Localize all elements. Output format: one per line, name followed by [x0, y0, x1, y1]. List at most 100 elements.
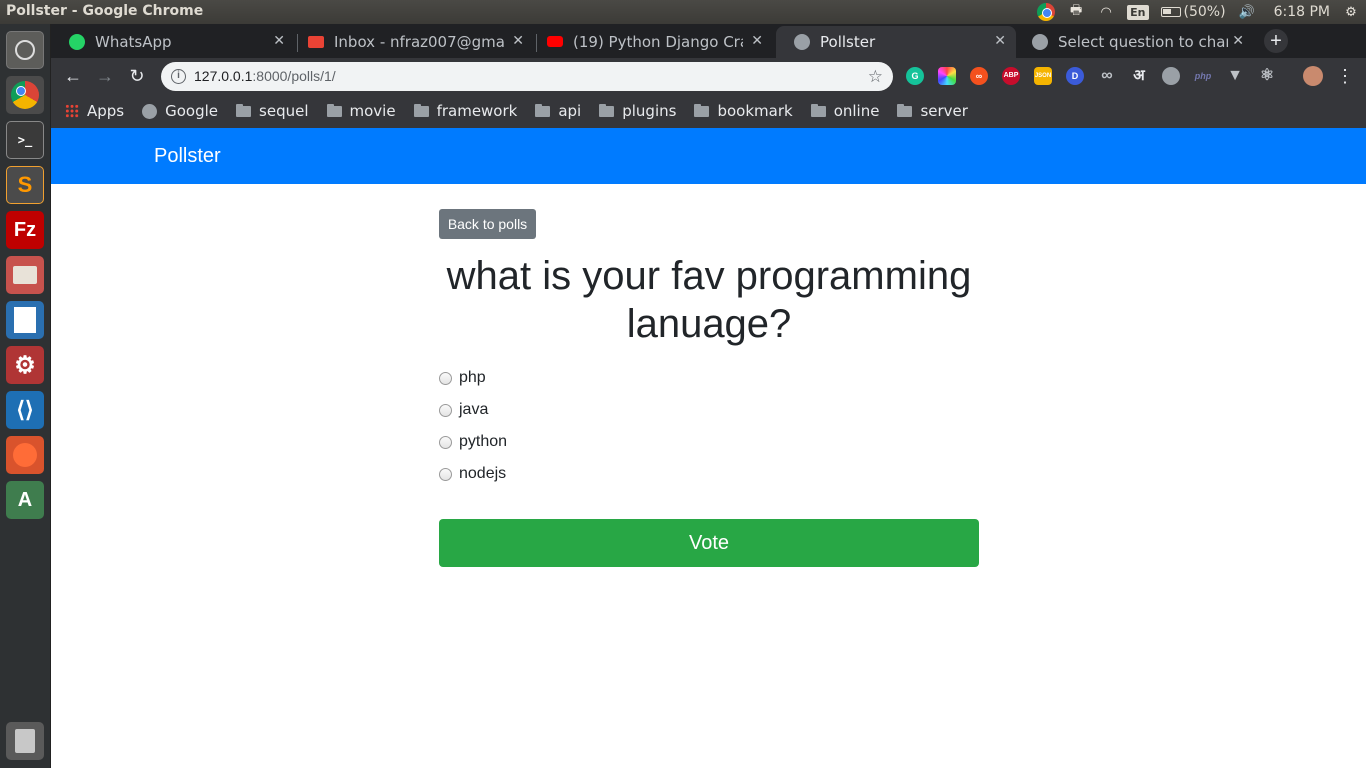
- apps-grid-icon: [65, 104, 79, 118]
- url-path: :8000/polls/1/: [252, 68, 336, 84]
- volume-icon[interactable]: 🔊: [1238, 3, 1256, 21]
- folder-icon: [535, 103, 551, 117]
- browser-toolbar: ← → ↻ i 127.0.0.1:8000/polls/1/ ☆ G ∞ AB…: [51, 58, 1366, 94]
- radio-python[interactable]: [439, 435, 452, 449]
- postman-icon[interactable]: [6, 436, 44, 474]
- php-ext-icon[interactable]: php: [1194, 67, 1212, 85]
- close-icon[interactable]: ✕: [1232, 33, 1244, 49]
- react-devtools-icon[interactable]: ⚛: [1258, 67, 1276, 85]
- gmail-icon: [308, 36, 324, 48]
- battery-indicator[interactable]: (50%): [1160, 4, 1226, 20]
- hindi-input-icon[interactable]: अ: [1130, 67, 1148, 85]
- files-icon[interactable]: [6, 256, 44, 294]
- writer-icon[interactable]: [6, 301, 44, 339]
- globe-icon: [142, 103, 158, 119]
- bookmarks-bar: Apps Google sequel movie framework api p…: [51, 94, 1366, 128]
- adblock-plus-icon[interactable]: ABP: [1002, 67, 1020, 85]
- choice-php[interactable]: php: [439, 368, 486, 388]
- folder-icon: [694, 103, 710, 117]
- dashlane-icon[interactable]: D: [1066, 67, 1084, 85]
- keyboard-layout-indicator[interactable]: En: [1127, 4, 1149, 20]
- bookmark-google[interactable]: Google: [142, 102, 218, 120]
- bookmark-folder-api[interactable]: api: [535, 102, 581, 120]
- ubuntu-dash-icon[interactable]: [6, 31, 44, 69]
- back-arrow-icon[interactable]: ←: [61, 64, 85, 88]
- back-to-polls-button[interactable]: Back to polls: [439, 209, 536, 239]
- bookmark-folder-online[interactable]: online: [810, 102, 879, 120]
- reload-icon[interactable]: ↻: [125, 64, 149, 88]
- address-bar[interactable]: i 127.0.0.1:8000/polls/1/ ☆: [161, 62, 893, 91]
- profile-avatar[interactable]: [1303, 66, 1323, 86]
- close-icon[interactable]: ✕: [751, 33, 763, 49]
- close-icon[interactable]: ✕: [994, 33, 1006, 49]
- radio-php[interactable]: [439, 371, 452, 385]
- folder-icon: [897, 103, 913, 117]
- vote-button[interactable]: Vote: [439, 519, 979, 567]
- sublime-text-icon[interactable]: S: [6, 166, 44, 204]
- wifi-icon[interactable]: ◠: [1097, 3, 1115, 21]
- choice-python[interactable]: python: [439, 432, 507, 452]
- bookmark-folder-bookmark[interactable]: bookmark: [694, 102, 793, 120]
- choice-label: python: [459, 433, 508, 450]
- globe-icon: [794, 34, 810, 50]
- tab-youtube[interactable]: (19) Python Django Crash ✕: [529, 26, 773, 58]
- chrome-launcher-icon[interactable]: [6, 76, 44, 114]
- window-title: Pollster - Google Chrome: [6, 3, 204, 19]
- system-settings-icon[interactable]: ⚙: [6, 346, 44, 384]
- bookmark-folder-framework[interactable]: framework: [413, 102, 517, 120]
- bookmark-folder-movie[interactable]: movie: [326, 102, 396, 120]
- clock[interactable]: 6:18 PM: [1274, 4, 1330, 20]
- printer-icon[interactable]: 🖶: [1067, 3, 1085, 21]
- tab-whatsapp[interactable]: WhatsApp ✕: [51, 26, 295, 58]
- tab-strip: WhatsApp ✕ Inbox - nfraz007@gmail.c ✕ (1…: [51, 24, 1366, 58]
- chrome-tray-icon[interactable]: [1037, 3, 1056, 21]
- folder-icon: [810, 103, 826, 117]
- launcher: >_ S Fz ⚙ ⟨⟩ A: [0, 24, 51, 768]
- close-icon[interactable]: ✕: [512, 33, 524, 49]
- json-viewer-icon[interactable]: JSON: [1034, 67, 1052, 85]
- info-icon[interactable]: i: [171, 69, 186, 84]
- color-picker-icon[interactable]: [938, 67, 956, 85]
- url-host: 127.0.0.1: [194, 68, 253, 84]
- folder-icon: [413, 103, 429, 117]
- choice-java[interactable]: java: [439, 400, 488, 420]
- battery-icon: [1160, 7, 1181, 17]
- tab-select-question[interactable]: Select question to change ✕: [1014, 26, 1254, 58]
- forward-arrow-icon[interactable]: →: [93, 64, 117, 88]
- settings-gear-icon[interactable]: ⚙: [1342, 3, 1360, 21]
- filezilla-icon[interactable]: Fz: [6, 211, 44, 249]
- infinity-ext-icon[interactable]: ∞: [970, 67, 988, 85]
- infinity-icon[interactable]: ∞: [1098, 67, 1116, 85]
- grammarly-icon[interactable]: G: [906, 67, 924, 85]
- navbar-brand[interactable]: Pollster: [154, 145, 221, 168]
- poll-question: what is your fav programming lanuage?: [446, 254, 972, 346]
- system-tray: 🖶 ◠ En (50%) 🔊 6:18 PM ⚙: [1037, 0, 1360, 24]
- top-panel: Pollster - Google Chrome 🖶 ◠ En (50%) 🔊 …: [0, 0, 1366, 24]
- bookmark-apps[interactable]: Apps: [65, 102, 124, 120]
- choice-nodejs[interactable]: nodejs: [439, 464, 506, 484]
- folder-icon: [236, 103, 252, 117]
- new-tab-button[interactable]: +: [1264, 29, 1288, 53]
- bookmark-folder-plugins[interactable]: plugins: [599, 102, 676, 120]
- vue-devtools-icon[interactable]: ▼: [1226, 67, 1244, 85]
- bookmark-folder-sequel[interactable]: sequel: [236, 102, 309, 120]
- globe-icon: [1032, 34, 1048, 50]
- radio-nodejs[interactable]: [439, 467, 452, 481]
- android-studio-icon[interactable]: A: [6, 481, 44, 519]
- menu-kebab-icon[interactable]: ⋮: [1333, 64, 1357, 88]
- choice-label: java: [459, 401, 489, 418]
- vscode-icon[interactable]: ⟨⟩: [6, 391, 44, 429]
- choice-label: php: [459, 369, 486, 386]
- terminal-icon[interactable]: >_: [6, 121, 44, 159]
- tab-gmail[interactable]: Inbox - nfraz007@gmail.c ✕: [290, 26, 534, 58]
- youtube-icon: [547, 36, 563, 47]
- battery-percent: (50%): [1183, 4, 1226, 20]
- trash-icon[interactable]: [6, 722, 44, 760]
- tab-pollster[interactable]: Pollster ✕: [776, 26, 1016, 58]
- close-icon[interactable]: ✕: [273, 33, 285, 49]
- radio-java[interactable]: [439, 403, 452, 417]
- globe-ext-icon[interactable]: [1162, 67, 1180, 85]
- bookmark-star-icon[interactable]: ☆: [868, 62, 883, 91]
- bookmark-folder-server[interactable]: server: [897, 102, 968, 120]
- choice-label: nodejs: [459, 465, 507, 482]
